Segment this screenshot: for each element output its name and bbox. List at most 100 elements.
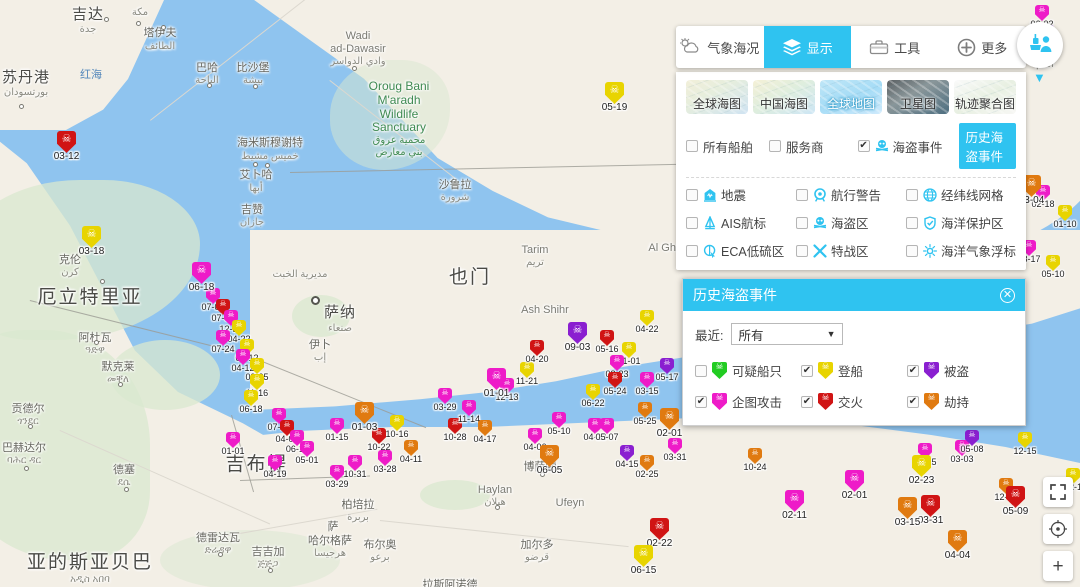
- checkbox[interactable]: [796, 216, 808, 229]
- pirate-incident-marker[interactable]: ☠ 05-10: [547, 412, 571, 436]
- zoom-in-icon[interactable]: +: [1043, 551, 1073, 581]
- toggle-1[interactable]: 服务商: [769, 137, 840, 156]
- pirate-incident-marker[interactable]: ☠ 10-24: [743, 448, 767, 472]
- pirate-incident-marker[interactable]: ☠ 04-11: [400, 440, 422, 464]
- pirate-incident-marker[interactable]: ☠ 05-08: [960, 430, 984, 454]
- pirate-incident-marker[interactable]: ☠ 03-29: [433, 388, 457, 412]
- recent-filter-row[interactable]: 最近: 所有 ▼: [695, 323, 1013, 345]
- checkbox[interactable]: [906, 188, 918, 201]
- pirate-incident-marker[interactable]: ☠ 03-12: [54, 131, 79, 162]
- pirate-incident-marker[interactable]: ☠ 02-22: [647, 518, 672, 549]
- checkbox[interactable]: [907, 395, 919, 408]
- pirate-incident-marker[interactable]: ☠ 03-18: [79, 226, 104, 257]
- checkbox[interactable]: [906, 244, 918, 257]
- layer-option-2[interactable]: 经纬线网格: [906, 185, 1016, 204]
- pirate-incident-marker[interactable]: ☠ 05-01: [295, 441, 319, 465]
- basemap-thumb-3[interactable]: 卫星图: [887, 80, 949, 114]
- pirate-incident-marker[interactable]: ☠ 05-25: [633, 402, 657, 426]
- pirate-incident-marker[interactable]: ☠ 03-31: [918, 495, 943, 526]
- pirate-incident-marker[interactable]: ☠ 04-22: [635, 310, 659, 334]
- history-pirate-button[interactable]: 历史海盗事件: [958, 123, 1016, 169]
- pirate-incident-marker[interactable]: ☠ 02-25: [635, 455, 659, 479]
- pirate-incident-marker[interactable]: ☠ 04-22: [227, 320, 251, 344]
- layer-option-4[interactable]: 海盗区: [796, 213, 906, 232]
- layer-option-8[interactable]: 海洋气象浮标: [906, 241, 1016, 260]
- legend-item-1[interactable]: ☠ 登船: [801, 361, 907, 380]
- pirate-incident-marker[interactable]: ☠ 01-10: [1053, 205, 1077, 229]
- toolbar-item-tools[interactable]: 工具: [851, 26, 939, 68]
- pirate-incident-marker[interactable]: ☠ 10-31: [343, 455, 367, 479]
- pirate-incident-marker[interactable]: ☠ 05-19: [602, 82, 627, 113]
- pirate-incident-marker[interactable]: ☠ 04-06: [523, 428, 547, 452]
- pirate-incident-marker[interactable]: ☠ 05-17: [655, 358, 679, 382]
- pirate-incident-marker[interactable]: ☠ 09-25: [245, 358, 269, 382]
- legend-item-5[interactable]: ☠ 劫持: [907, 392, 1013, 411]
- checkbox[interactable]: [686, 188, 698, 201]
- checkbox[interactable]: [686, 244, 698, 257]
- layer-option-6[interactable]: ECA低硫区: [686, 241, 796, 260]
- basemap-thumb-2[interactable]: 全球地图: [820, 80, 882, 114]
- pirate-incident-marker[interactable]: ☠ 11-21: [516, 362, 538, 386]
- pirate-incident-marker[interactable]: ☠ 01-01: [484, 368, 509, 399]
- main-toolbar[interactable]: 气象海况 显示 工具 更多: [676, 26, 1026, 68]
- pirate-incident-marker[interactable]: ☠ 12-15: [1013, 432, 1037, 456]
- pirate-incident-marker[interactable]: ☠ 08-23: [605, 355, 629, 379]
- pirate-incident-marker[interactable]: ☠ 04-04: [945, 530, 970, 561]
- layer-option-3[interactable]: AIS航标: [686, 213, 796, 232]
- layer-option-5[interactable]: 海洋保护区: [906, 213, 1016, 232]
- legend-item-0[interactable]: ☠ 可疑船只: [695, 361, 801, 380]
- checkbox[interactable]: [686, 140, 698, 152]
- pirate-incident-marker[interactable]: ☠ 11-16: [246, 374, 268, 398]
- checkbox[interactable]: [769, 140, 782, 152]
- basemap-thumb-1[interactable]: 中国海图: [753, 80, 815, 114]
- pirate-incident-marker[interactable]: ☠ 05-16: [595, 330, 619, 354]
- checkbox[interactable]: [695, 364, 707, 377]
- pirate-incident-marker[interactable]: ☠ 03-29: [325, 465, 349, 489]
- toolbar-item-more[interactable]: 更多: [939, 26, 1027, 68]
- pirate-incident-marker[interactable]: ☠ 05-24: [603, 372, 627, 396]
- pirate-incident-marker[interactable]: ☠ 04-20: [525, 340, 549, 364]
- pirate-incident-marker[interactable]: ☠ 03-15: [635, 372, 659, 396]
- pirate-incident-marker[interactable]: ☠ 02-11: [782, 490, 807, 521]
- close-circle-icon[interactable]: ✕: [1000, 287, 1015, 303]
- pirate-incident-marker[interactable]: ☠ 01-01: [617, 342, 641, 366]
- history-pirate-dialog[interactable]: 历史海盗事件 ✕ 最近: 所有 ▼ ☠ 可疑船只 ☠ 登船 ☠ 被盗 ☠ 企图攻击 ☠ 交火 ☠ 劫持: [682, 278, 1026, 426]
- checkbox[interactable]: [907, 364, 919, 377]
- pirate-incident-marker[interactable]: ☠ 06-15: [631, 545, 656, 576]
- pirate-incident-marker[interactable]: ☠ 02-01: [657, 408, 682, 439]
- legend-item-3[interactable]: ☠ 企图攻击: [695, 392, 801, 411]
- checkbox[interactable]: [796, 188, 808, 201]
- checkbox[interactable]: [857, 140, 870, 152]
- pirate-incident-marker[interactable]: ☠ 01-01: [221, 432, 245, 456]
- pirate-incident-marker[interactable]: ☠ 03-31: [663, 438, 687, 462]
- pirate-incident-marker[interactable]: ☠ 02-01: [842, 470, 867, 501]
- toolbar-item-display[interactable]: 显示: [763, 26, 851, 68]
- pirate-incident-marker[interactable]: ☠ 05-09: [1003, 486, 1028, 517]
- pirate-incident-marker[interactable]: ☠ 06-18: [239, 390, 263, 414]
- layer-option-7[interactable]: 特战区: [796, 241, 906, 260]
- pirate-incident-marker[interactable]: ☠ 03-28: [373, 450, 397, 474]
- pirate-incident-marker[interactable]: ☠ 03-15: [895, 497, 920, 528]
- checkbox[interactable]: [906, 216, 918, 229]
- entity-toggle-row[interactable]: 所有船舶 服务商 海盗事件历史海盗事件: [686, 123, 1016, 169]
- basemap-thumb-0[interactable]: 全球海图: [686, 80, 748, 114]
- pirate-incident-marker[interactable]: ☠ 04-19: [263, 455, 287, 479]
- vessel-info-button[interactable]: [1017, 22, 1063, 68]
- pirate-incident-marker[interactable]: ☠ 06-18: [189, 262, 214, 293]
- toolbar-item-weather[interactable]: 气象海况: [676, 26, 764, 68]
- pirate-incident-marker[interactable]: ☠ 10-16: [385, 415, 409, 439]
- pirate-incident-marker[interactable]: ☠ 07-24: [211, 330, 235, 354]
- pirate-incident-marker[interactable]: ☠ 04-12: [231, 349, 255, 373]
- layer-options-grid[interactable]: 地震 航行警告 经纬线网格 AIS航标 海盗区 海洋保护区 ECA低硫区 特战区 海洋气象浮标: [686, 185, 1016, 260]
- pirate-incident-marker[interactable]: ☠ 02-23: [909, 455, 934, 486]
- dialog-body[interactable]: 最近: 所有 ▼ ☠ 可疑船只 ☠ 登船 ☠ 被盗 ☠ 企图攻击 ☠ 交火 ☠ 劫持: [683, 311, 1025, 425]
- basemap-thumb-4[interactable]: 轨迹聚合图: [954, 80, 1016, 114]
- map-control-stack[interactable]: +: [1043, 477, 1073, 581]
- checkbox[interactable]: [796, 244, 808, 257]
- legend-item-2[interactable]: ☠ 被盗: [907, 361, 1013, 380]
- pirate-incident-marker[interactable]: ☠ 06-22: [581, 384, 605, 408]
- layer-option-0[interactable]: 地震: [686, 185, 796, 204]
- pirate-incident-marker[interactable]: ☠ 04-17: [473, 420, 497, 444]
- pirate-incident-marker[interactable]: ☠ 09-03: [565, 322, 590, 353]
- locate-crosshair-icon[interactable]: [1043, 514, 1073, 544]
